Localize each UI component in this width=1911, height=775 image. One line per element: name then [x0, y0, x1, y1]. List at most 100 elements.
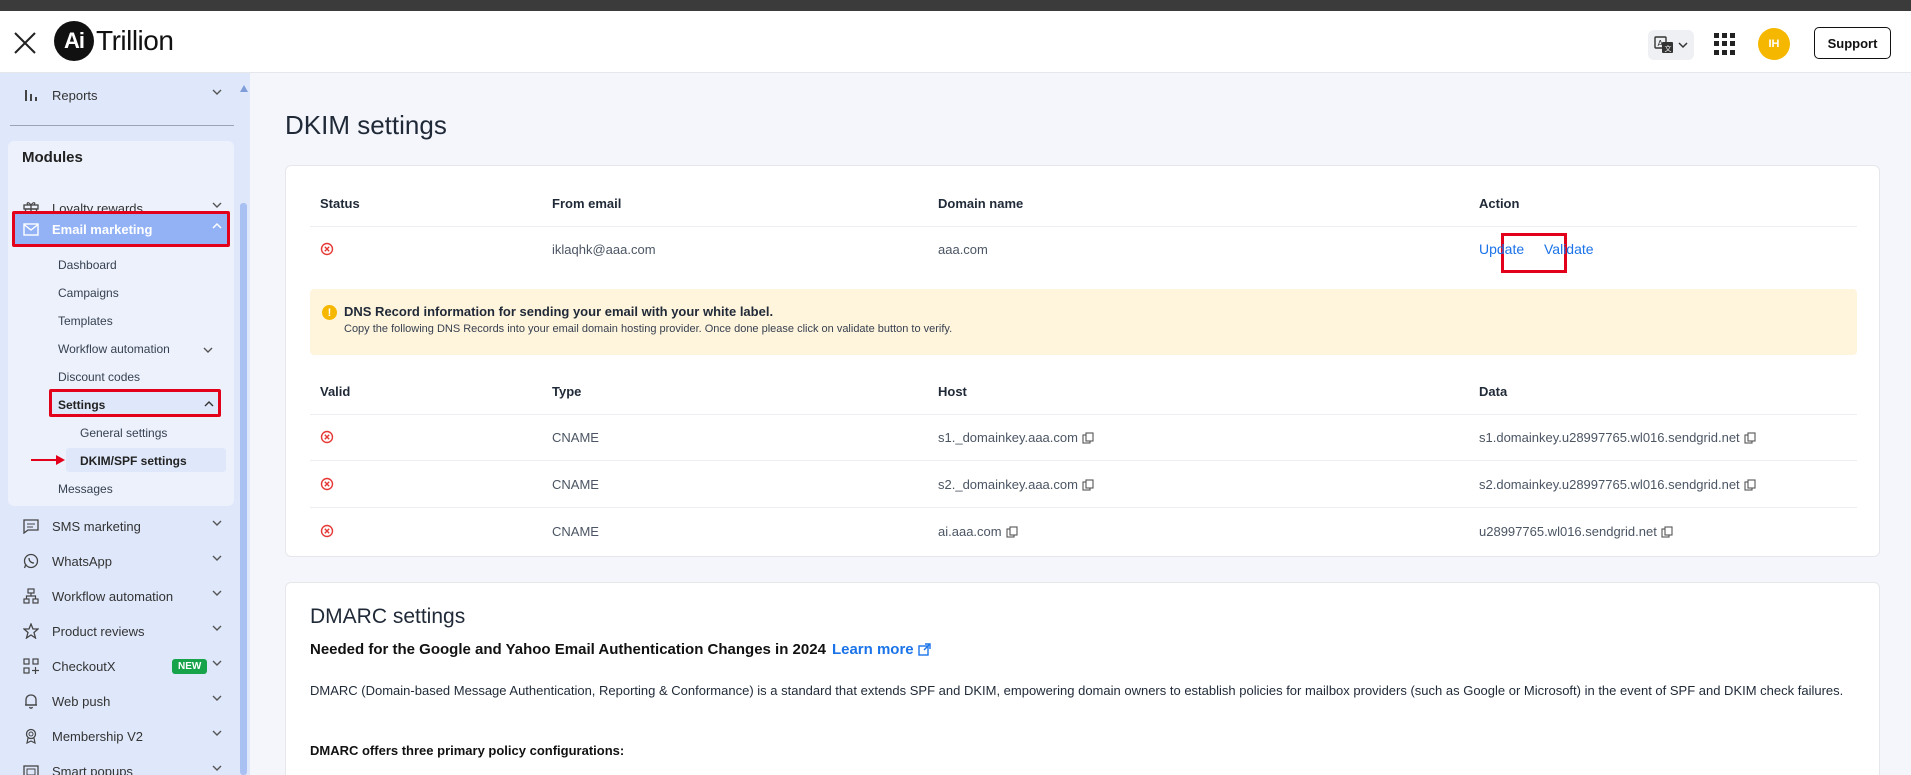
- host-cell: s2._domainkey.aaa.com: [938, 477, 1094, 492]
- app-logo[interactable]: Ai Trillion: [54, 21, 174, 61]
- error-circle-icon: [320, 477, 334, 491]
- dkim-card: Status From email Domain name Action ikl…: [285, 165, 1880, 557]
- data-cell: s1.domainkey.u28997765.wl016.sendgrid.ne…: [1479, 430, 1756, 445]
- whatsapp-icon: [22, 552, 40, 570]
- row-divider: [310, 507, 1857, 508]
- sidebar-item-label: SMS marketing: [52, 518, 141, 534]
- host-value: s2._domainkey.aaa.com: [938, 477, 1078, 492]
- copy-icon[interactable]: [1082, 478, 1094, 491]
- dmarc-card: DMARC settings Needed for the Google and…: [285, 582, 1880, 775]
- host-cell: s1._domainkey.aaa.com: [938, 430, 1094, 445]
- col-from-email: From email: [552, 196, 622, 211]
- sidebar-item-checkoutx[interactable]: CheckoutX NEW: [22, 651, 232, 681]
- sidebar-sub-messages[interactable]: Messages: [58, 482, 113, 496]
- col-type: Type: [552, 384, 582, 399]
- alert-body: Copy the following DNS Records into your…: [344, 323, 953, 335]
- sidebar: Reports Modules Loyalty rewards Email ma…: [0, 73, 250, 775]
- language-switcher[interactable]: A 文: [1648, 30, 1694, 60]
- chevron-down-icon: [212, 730, 222, 736]
- sidebar-sub-dkim-spf[interactable]: DKIM/SPF settings: [80, 454, 187, 468]
- page-title: DKIM settings: [285, 110, 447, 140]
- arrow-right-icon: [31, 455, 65, 465]
- sidebar-item-reports[interactable]: Reports: [22, 80, 232, 110]
- type-cell: CNAME: [552, 477, 599, 492]
- update-link[interactable]: Update: [1479, 241, 1524, 257]
- copy-icon[interactable]: [1006, 525, 1018, 538]
- sidebar-sub-discount[interactable]: Discount codes: [58, 370, 140, 384]
- sidebar-item-label: Web push: [52, 693, 111, 709]
- sidebar-item-sms[interactable]: SMS marketing: [22, 511, 232, 541]
- chevron-down-icon: [1678, 42, 1688, 49]
- col-domain-name: Domain name: [938, 196, 1024, 211]
- sidebar-item-workflow[interactable]: Workflow automation: [22, 581, 232, 611]
- chevron-up-icon: [204, 401, 214, 407]
- sidebar-sub-workflow[interactable]: Workflow automation: [58, 342, 170, 356]
- apps-grid-icon[interactable]: [1714, 33, 1736, 55]
- mail-icon: [22, 220, 40, 238]
- dmarc-subtitle-text: Needed for the Google and Yahoo Email Au…: [310, 641, 826, 658]
- type-cell: CNAME: [552, 524, 599, 539]
- popup-icon: [22, 762, 40, 775]
- logo-text: Trillion: [96, 25, 174, 56]
- sidebar-sub-general-settings[interactable]: General settings: [80, 426, 167, 440]
- sidebar-item-label: Smart popups: [52, 763, 133, 775]
- external-link-icon: [917, 643, 931, 656]
- scroll-up-arrow[interactable]: [240, 85, 248, 92]
- data-value: s2.domainkey.u28997765.wl016.sendgrid.ne…: [1479, 477, 1740, 492]
- row-divider: [310, 226, 1857, 227]
- copy-icon[interactable]: [1082, 431, 1094, 444]
- sidebar-sub-campaigns[interactable]: Campaigns: [58, 286, 119, 300]
- chevron-down-icon: [212, 555, 222, 561]
- copy-icon[interactable]: [1661, 525, 1673, 538]
- chevron-down-icon: [212, 765, 222, 771]
- sidebar-item-smart-popups[interactable]: Smart popups: [22, 756, 232, 775]
- valid-cell: [320, 430, 334, 444]
- support-button[interactable]: Support: [1814, 27, 1891, 59]
- new-badge: NEW: [172, 659, 208, 674]
- validate-link[interactable]: Validate: [1544, 241, 1594, 257]
- sidebar-item-label: Workflow automation: [52, 588, 174, 604]
- sidebar-sub-templates[interactable]: Templates: [58, 314, 113, 328]
- sidebar-scrollbar[interactable]: [240, 203, 247, 775]
- sidebar-item-label: Email marketing: [52, 221, 153, 237]
- sidebar-item-label: Product reviews: [52, 623, 145, 639]
- bell-icon: [22, 692, 40, 710]
- copy-icon[interactable]: [1744, 431, 1756, 444]
- sidebar-item-label: WhatsApp: [52, 553, 112, 569]
- sidebar-sub-dashboard[interactable]: Dashboard: [58, 258, 117, 272]
- dmarc-subtitle: Needed for the Google and Yahoo Email Au…: [310, 641, 931, 658]
- bar-chart-icon: [22, 86, 40, 104]
- sidebar-divider: [10, 125, 234, 126]
- chevron-down-icon: [212, 89, 222, 95]
- sidebar-item-web-push[interactable]: Web push: [22, 686, 232, 716]
- data-value: u28997765.wl016.sendgrid.net: [1479, 524, 1657, 539]
- translate-icon: A 文: [1654, 36, 1673, 53]
- sidebar-item-email-marketing[interactable]: Email marketing: [22, 214, 232, 244]
- medal-icon: [22, 727, 40, 745]
- chevron-down-icon: [212, 695, 222, 701]
- valid-cell: [320, 477, 334, 491]
- col-data: Data: [1479, 384, 1508, 399]
- valid-cell: [320, 524, 334, 538]
- data-cell: s2.domainkey.u28997765.wl016.sendgrid.ne…: [1479, 477, 1756, 492]
- chevron-down-icon: [212, 660, 222, 666]
- row-divider: [310, 414, 1857, 415]
- sidebar-sub-settings[interactable]: Settings: [58, 398, 105, 412]
- main-content: DKIM settings Status From email Domain n…: [250, 73, 1911, 775]
- copy-icon[interactable]: [1744, 478, 1756, 491]
- domain-name-cell: aaa.com: [938, 242, 988, 257]
- host-value: s1._domainkey.aaa.com: [938, 430, 1078, 445]
- sidebar-item-whatsapp[interactable]: WhatsApp: [22, 546, 232, 576]
- data-cell: u28997765.wl016.sendgrid.net: [1479, 524, 1673, 539]
- avatar[interactable]: IH: [1758, 28, 1790, 60]
- sidebar-item-product-reviews[interactable]: Product reviews: [22, 616, 232, 646]
- chevron-down-icon: [203, 347, 213, 353]
- chevron-down-icon: [212, 590, 222, 596]
- chevron-down-icon: [212, 625, 222, 631]
- close-icon[interactable]: [12, 30, 38, 56]
- learn-more-link[interactable]: Learn more: [832, 641, 931, 658]
- chat-icon: [22, 517, 40, 535]
- sidebar-item-label: Membership V2: [52, 728, 144, 744]
- sidebar-item-membership[interactable]: Membership V2: [22, 721, 232, 751]
- dmarc-title: DMARC settings: [310, 605, 466, 628]
